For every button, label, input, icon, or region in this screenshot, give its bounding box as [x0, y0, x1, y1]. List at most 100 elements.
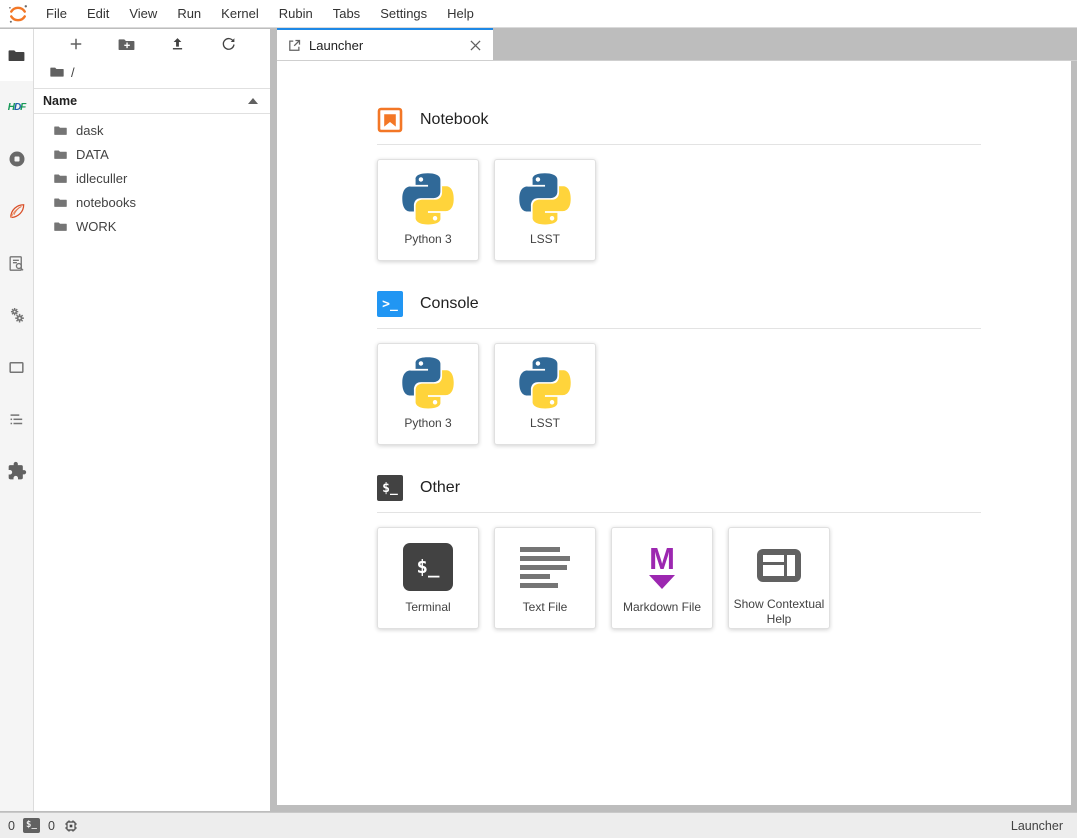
file-row-label: idleculler	[76, 171, 127, 186]
section-header: Notebook	[377, 107, 981, 145]
card-row: Python 3 LSST	[377, 343, 981, 445]
text-file-icon	[520, 537, 570, 597]
breadcrumb-path: /	[71, 65, 75, 80]
launcher-section-console: >_ Console Python 3	[377, 291, 981, 445]
gears-icon	[7, 305, 27, 325]
refresh-icon	[220, 36, 237, 53]
card-label: LSST	[526, 416, 564, 432]
inspector-icon	[7, 254, 26, 273]
table-of-contents-icon	[7, 410, 26, 429]
file-row-data[interactable]: DATA	[34, 142, 270, 166]
file-row-idleculler[interactable]: idleculler	[34, 166, 270, 190]
menu-file[interactable]: File	[36, 0, 77, 28]
file-row-label: notebooks	[76, 195, 136, 210]
launcher-tab-icon	[287, 38, 302, 53]
puzzle-icon	[7, 461, 27, 481]
menu-edit[interactable]: Edit	[77, 0, 119, 28]
file-browser-toolbar	[34, 29, 270, 59]
close-icon[interactable]	[467, 37, 483, 53]
tab-launcher[interactable]: Launcher	[277, 28, 493, 60]
terminal-icon: $_	[403, 537, 453, 597]
sort-ascending-icon	[248, 98, 258, 104]
menu-view[interactable]: View	[119, 0, 167, 28]
main-dock-panel: Launcher Notebook	[277, 28, 1077, 811]
menu-rubin[interactable]: Rubin	[269, 0, 323, 28]
section-header: $_ Other	[377, 475, 981, 513]
notebook-icon	[377, 107, 403, 133]
menu-tabs[interactable]: Tabs	[323, 0, 370, 28]
section-title: Notebook	[420, 111, 489, 129]
sidebar-tab-gears[interactable]	[0, 289, 33, 341]
sidebar-tab-running[interactable]	[0, 133, 33, 185]
new-folder-icon	[117, 35, 136, 54]
sidebar-tab-open-tabs[interactable]	[0, 341, 33, 393]
sidebar-tab-feather[interactable]	[0, 185, 33, 237]
folder-icon	[53, 171, 68, 186]
name-column-header[interactable]: Name	[34, 88, 270, 114]
card-contextual-help[interactable]: Show Contextual Help	[728, 527, 830, 629]
card-terminal[interactable]: $_ Terminal	[377, 527, 479, 629]
menu-help[interactable]: Help	[437, 0, 484, 28]
card-notebook-python3[interactable]: Python 3	[377, 159, 479, 261]
feather-icon	[7, 201, 27, 221]
sessions-status[interactable]: 0 $_ 0	[8, 818, 79, 834]
card-label: Text File	[519, 600, 572, 616]
terminals-count: 0	[8, 819, 15, 833]
contextual-help-icon	[753, 537, 805, 594]
kernel-chip-icon	[63, 818, 79, 834]
kernels-count: 0	[48, 819, 55, 833]
menu-kernel[interactable]: Kernel	[211, 0, 269, 28]
sidebar-tab-hdf5[interactable]: HDF	[0, 81, 33, 133]
launcher-section-other: $_ Other $_ Terminal	[377, 475, 981, 629]
folder-icon	[7, 46, 26, 65]
card-console-python3[interactable]: Python 3	[377, 343, 479, 445]
tab-bar: Launcher	[277, 28, 1077, 61]
card-text-file[interactable]: Text File	[494, 527, 596, 629]
sidebar-tab-file-browser[interactable]	[0, 29, 33, 81]
hdf-icon: HDF	[8, 102, 26, 113]
markdown-icon: M	[649, 537, 675, 597]
jupyter-rubin-logo-icon	[0, 0, 36, 28]
menu-run[interactable]: Run	[167, 0, 211, 28]
section-title: Console	[420, 295, 479, 313]
file-row-dask[interactable]: dask	[34, 118, 270, 142]
file-browser-panel: / Name dask DATA idleculler notebooks WO…	[34, 29, 270, 811]
folder-icon	[53, 147, 68, 162]
card-markdown-file[interactable]: M Markdown File	[611, 527, 713, 629]
card-label: LSST	[526, 232, 564, 248]
refresh-button[interactable]	[214, 31, 244, 57]
python-logo-icon	[401, 353, 455, 413]
window-icon	[7, 358, 26, 377]
upload-button[interactable]	[163, 31, 193, 57]
folder-icon	[49, 64, 65, 80]
card-label: Python 3	[400, 232, 455, 248]
card-label: Terminal	[401, 600, 454, 616]
file-row-label: DATA	[76, 147, 109, 162]
card-label: Python 3	[400, 416, 455, 432]
sidebar-tab-toc[interactable]	[0, 393, 33, 445]
file-row-notebooks[interactable]: notebooks	[34, 190, 270, 214]
tab-label: Launcher	[309, 38, 460, 53]
new-launcher-button[interactable]	[61, 31, 91, 57]
status-bar: 0 $_ 0 Launcher	[0, 812, 1077, 838]
python-logo-icon	[401, 169, 455, 229]
card-row: Python 3 LSST	[377, 159, 981, 261]
new-folder-button[interactable]	[112, 31, 142, 57]
card-console-lsst[interactable]: LSST	[494, 343, 596, 445]
name-header-label: Name	[43, 94, 77, 108]
status-mode-label: Launcher	[1011, 819, 1063, 833]
sidebar-tab-extensions[interactable]	[0, 445, 33, 497]
section-title: Other	[420, 479, 460, 497]
breadcrumb[interactable]: /	[34, 59, 270, 85]
terminal-status-icon: $_	[23, 818, 40, 833]
menu-settings[interactable]: Settings	[370, 0, 437, 28]
file-row-label: WORK	[76, 219, 116, 234]
folder-icon	[53, 123, 68, 138]
file-row-work[interactable]: WORK	[34, 214, 270, 238]
card-row: $_ Terminal	[377, 527, 981, 629]
sidebar-tab-inspector[interactable]	[0, 237, 33, 289]
folder-icon	[53, 195, 68, 210]
section-header: >_ Console	[377, 291, 981, 329]
upload-icon	[169, 36, 186, 53]
card-notebook-lsst[interactable]: LSST	[494, 159, 596, 261]
